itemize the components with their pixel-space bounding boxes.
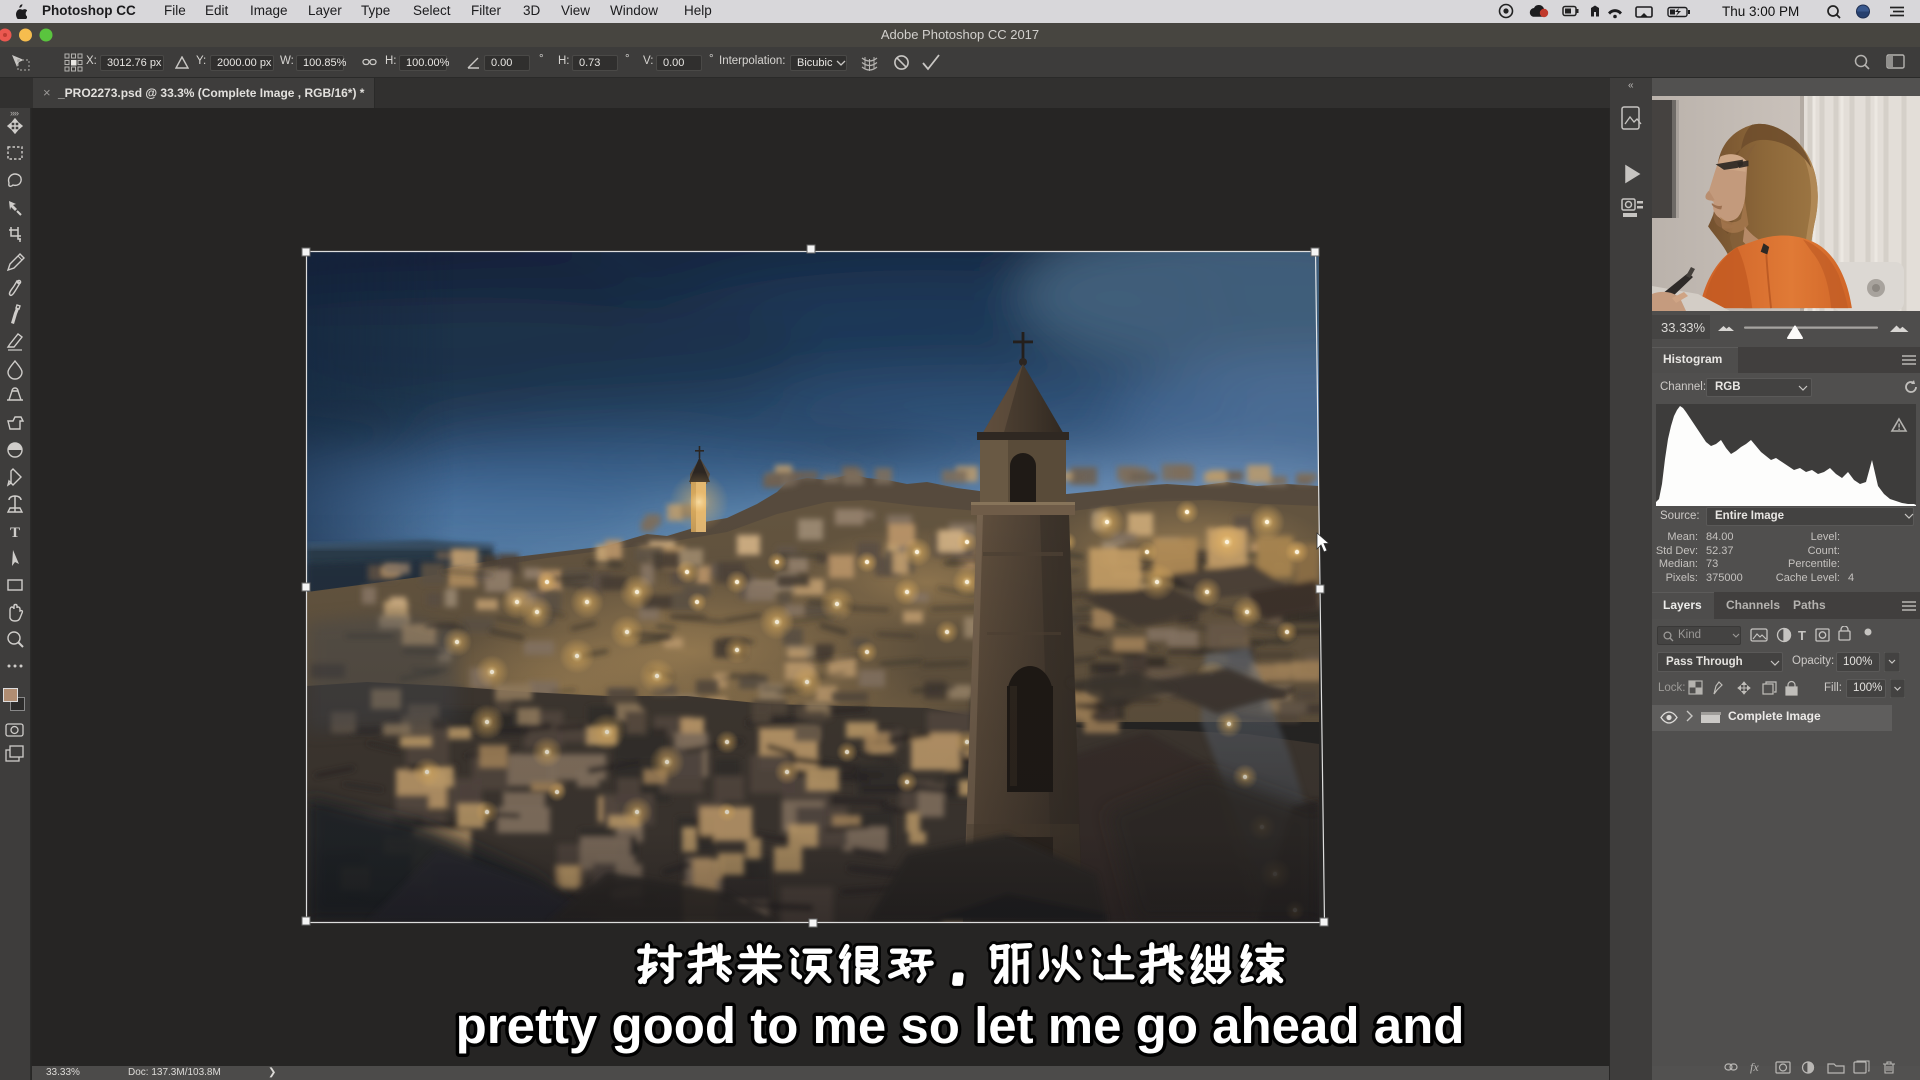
svg-text:T: T — [10, 525, 20, 541]
svg-text:Thu 3:00 PM: Thu 3:00 PM — [1722, 4, 1799, 19]
svg-text:fx: fx — [1750, 1060, 1759, 1074]
svg-text:T: T — [1798, 628, 1806, 643]
